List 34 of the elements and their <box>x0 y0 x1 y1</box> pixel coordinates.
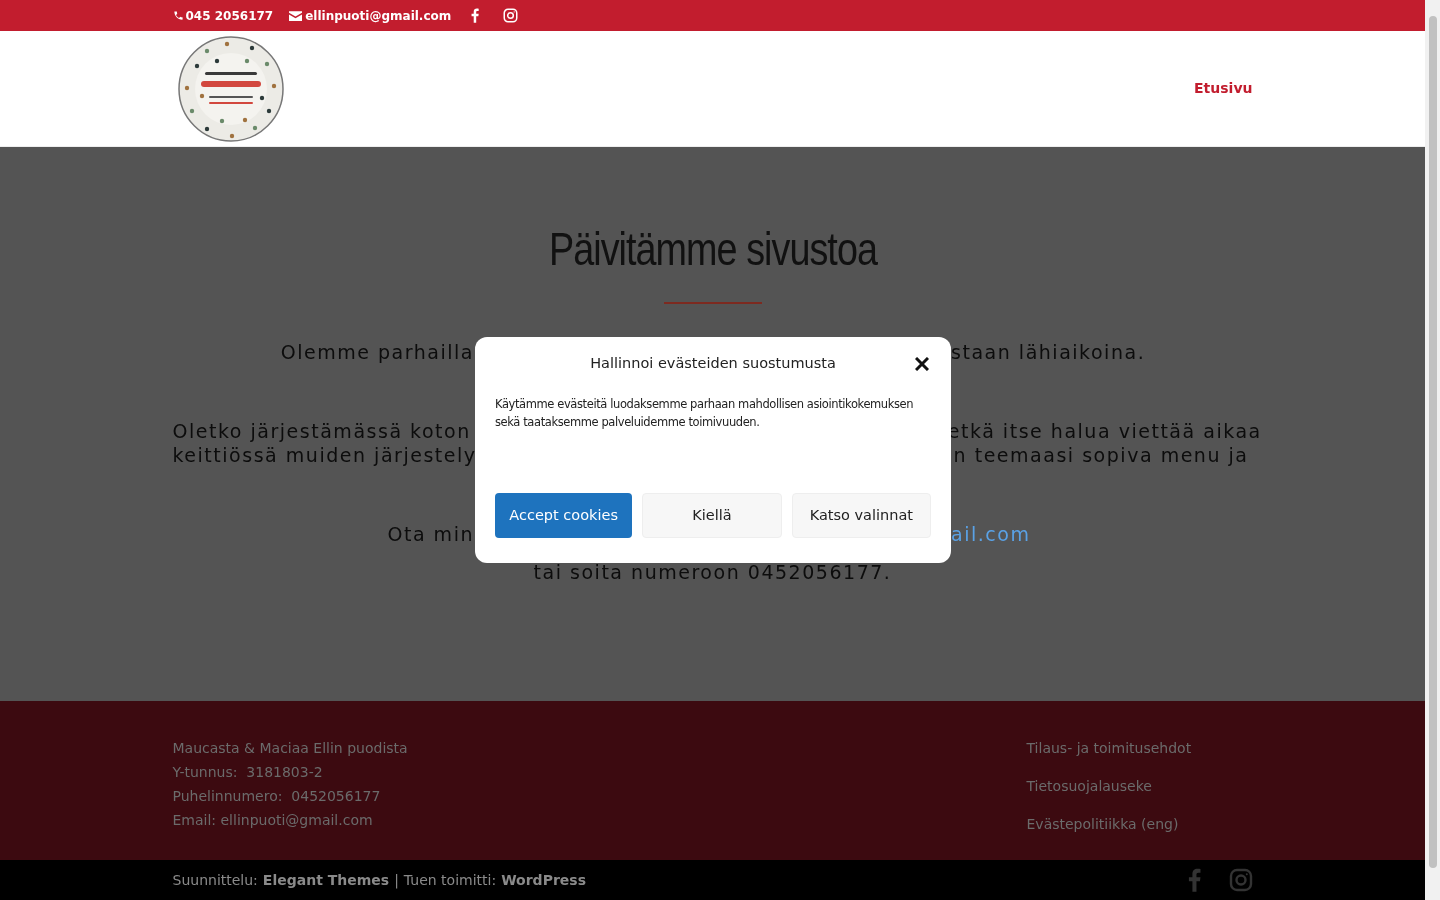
footer-text: Y-tunnus: 3181803-2 <box>172 763 324 782</box>
footer-text: Maucasta & Maciaa Ellin puodista <box>172 739 408 758</box>
footer-link[interactable]: Tilaus- ja toimitusehdot <box>1026 736 1253 760</box>
phone-number[interactable]: 045 2056177 <box>185 6 274 25</box>
footer-link[interactable]: Tietosuojalauseke <box>1026 774 1253 798</box>
body-text: keittiössä muiden järjestely <box>172 444 477 466</box>
dialog-title: Hallinnoi evästeiden suostumusta <box>590 354 836 374</box>
dialog-text: Käytämme evästeitä luodaksemme parhaan mahdollisen asiointikokemuksen sekä taataksemme palveluidemme toimivuuden. <box>495 396 915 431</box>
dialog-button[interactable]: Kiellä <box>642 493 782 538</box>
logo[interactable] <box>176 35 285 142</box>
body-text: Olemme parhailla <box>280 341 474 363</box>
facebook-icon[interactable] <box>471 8 480 23</box>
close-icon[interactable] <box>915 357 929 371</box>
credit-text: Tuen toimitti: <box>403 870 497 890</box>
phone-icon <box>172 10 184 21</box>
body-text: tai soita numeroon 0452056177. <box>533 561 892 583</box>
page-title: Päivitämme sivustoa <box>548 222 877 277</box>
separator-text: | <box>394 870 399 891</box>
body-text: staan lähiaikoina. <box>951 341 1146 363</box>
accept-button[interactable]: Accept cookies <box>495 493 633 538</box>
dialog-button[interactable]: Katso valinnat <box>791 493 931 538</box>
credit-link[interactable]: WordPress <box>501 869 586 891</box>
footer-text: Puhelinnumero: 0452056177 <box>172 787 382 806</box>
body-text: n teemaasi sopiva menu ja <box>953 444 1249 466</box>
scrollbar[interactable] <box>1425 0 1440 900</box>
credit-link[interactable]: Elegant Themes <box>262 869 390 891</box>
body-text: Ota min <box>387 523 474 545</box>
body-text: Oletko järjestämässä koton <box>172 420 471 442</box>
nav-link[interactable]: Etusivu <box>1194 78 1253 99</box>
credit-text: Suunnittelu: <box>172 870 258 890</box>
email-link[interactable]: ellinpuoti@gmail.com <box>305 6 452 25</box>
footer-link[interactable]: Evästepolitiikka (eng) <box>1026 812 1253 836</box>
mail-icon <box>289 10 303 21</box>
footer-text: Email: ellinpuoti@gmail.com <box>172 811 374 830</box>
